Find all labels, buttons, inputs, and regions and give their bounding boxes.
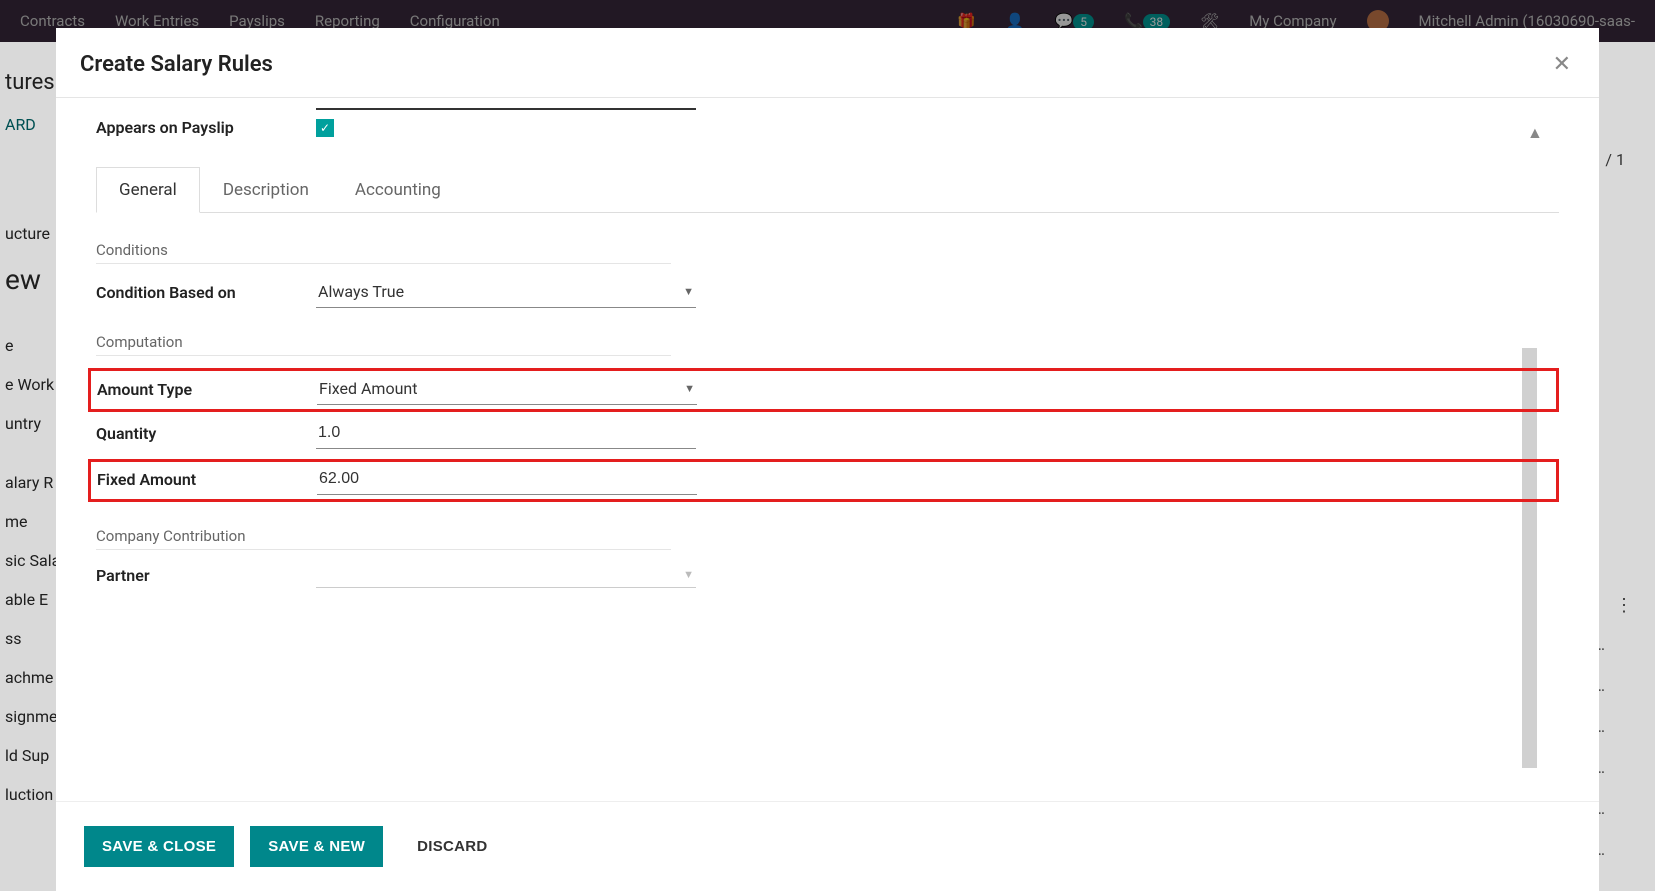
discard-button[interactable]: DISCARD [399,826,505,867]
modal-dialog: Create Salary Rules ✕ ▲ Appears on Paysl… [56,28,1599,891]
appears-on-payslip-label: Appears on Payslip [96,118,316,137]
modal-body: Appears on Payslip ✓ General Description… [56,98,1599,801]
appears-on-payslip-checkbox[interactable]: ✓ [316,119,334,137]
tab-description[interactable]: Description [200,167,332,213]
modal-title: Create Salary Rules [80,52,273,77]
save-close-button[interactable]: SAVE & CLOSE [84,826,234,867]
field-divider [316,108,696,110]
close-icon[interactable]: ✕ [1549,48,1575,81]
fixed-amount-row: Fixed Amount [97,464,1550,495]
chevron-down-icon: ▼ [684,382,695,395]
modal-header: Create Salary Rules ✕ [56,28,1599,98]
condition-based-on-value: Always True [318,282,404,301]
amount-type-highlight: Amount Type Fixed Amount ▼ [88,368,1559,412]
condition-based-on-row: Condition Based on Always True ▼ [96,276,1559,308]
amount-type-select[interactable]: Fixed Amount ▼ [317,373,697,405]
fixed-amount-input[interactable] [317,464,697,495]
partner-select[interactable]: ▼ [316,562,696,588]
chevron-down-icon: ▼ [683,285,694,298]
quantity-input[interactable] [316,418,696,449]
tab-accounting[interactable]: Accounting [332,167,464,213]
save-new-button[interactable]: SAVE & NEW [250,826,383,867]
condition-based-on-select[interactable]: Always True ▼ [316,276,696,308]
amount-type-value: Fixed Amount [319,379,417,398]
quantity-label: Quantity [96,424,316,443]
appears-on-payslip-row: Appears on Payslip ✓ [96,118,1559,137]
tab-general[interactable]: General [96,167,200,213]
fixed-amount-label: Fixed Amount [97,470,317,489]
company-contribution-heading: Company Contribution [96,527,671,550]
tabs: General Description Accounting [96,167,1559,213]
partner-row: Partner ▼ [96,562,1559,588]
chevron-down-icon: ▼ [683,568,694,581]
conditions-heading: Conditions [96,241,671,264]
condition-based-on-label: Condition Based on [96,283,316,302]
amount-type-row: Amount Type Fixed Amount ▼ [97,373,1550,405]
partner-label: Partner [96,566,316,585]
modal-footer: SAVE & CLOSE SAVE & NEW DISCARD [56,801,1599,891]
quantity-row: Quantity [96,418,1559,449]
computation-heading: Computation [96,333,671,356]
modal-overlay: Create Salary Rules ✕ ▲ Appears on Paysl… [0,0,1655,891]
amount-type-label: Amount Type [97,380,317,399]
fixed-amount-highlight: Fixed Amount [88,459,1559,502]
